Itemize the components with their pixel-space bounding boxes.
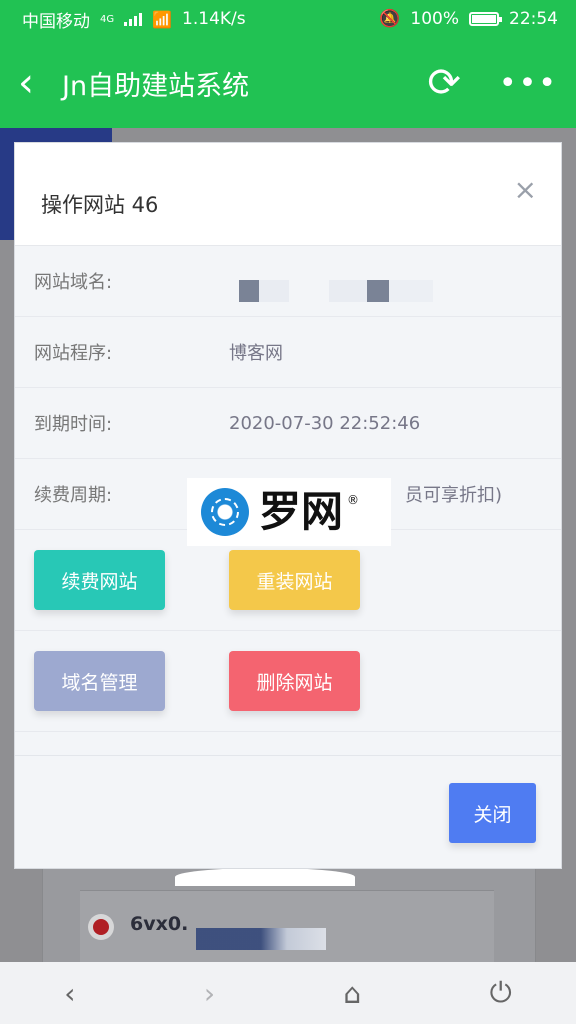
- close-button[interactable]: 关闭: [449, 783, 536, 843]
- watermark-text: 罗网: [259, 487, 344, 536]
- modal-title: 操作网站 46: [41, 193, 159, 217]
- domain-management-button[interactable]: 域名管理: [34, 651, 165, 711]
- registered-icon: ®: [347, 493, 360, 507]
- refresh-icon[interactable]: ⟳: [427, 63, 461, 103]
- reinstall-site-button[interactable]: 重装网站: [229, 550, 360, 610]
- watermark: 罗网 ®: [187, 478, 391, 546]
- home-icon[interactable]: ⌂: [343, 977, 361, 1010]
- power-icon[interactable]: ⏻: [490, 976, 512, 1010]
- nav-back-icon[interactable]: ‹: [64, 977, 75, 1010]
- signal-icon: [124, 12, 143, 26]
- carrier-text: 中国移动: [22, 11, 90, 32]
- field-row-expiry: 到期时间: 2020-07-30 22:52:46: [15, 388, 561, 459]
- background-item-label: 6vx0.: [130, 913, 189, 935]
- app-bar: ‹ Jn自助建站系统 ⟳ •••: [0, 38, 576, 128]
- field-row-program: 网站程序: 博客网: [15, 317, 561, 388]
- back-icon[interactable]: ‹: [18, 63, 58, 103]
- battery-icon: [469, 12, 502, 26]
- field-label: 到期时间:: [34, 414, 113, 435]
- status-bar: 中国移动 4G 📶 1.14K/s 🔕 100% 22:54: [0, 0, 576, 38]
- masked-domain-part: [389, 280, 433, 302]
- clock: 22:54: [509, 9, 558, 29]
- masked-domain-part: [367, 280, 389, 302]
- masked-text: [196, 928, 326, 950]
- delete-site-button[interactable]: 删除网站: [229, 651, 360, 711]
- background-swoosh: [175, 868, 355, 886]
- renew-site-button[interactable]: 续费网站: [34, 550, 165, 610]
- modal-footer: 关闭: [15, 755, 561, 868]
- nav-forward-icon[interactable]: ›: [204, 977, 215, 1010]
- masked-domain-part: [329, 280, 367, 302]
- field-label: 网站域名:: [34, 272, 113, 293]
- network-speed: 1.14K/s: [182, 9, 246, 29]
- masked-domain-part: [259, 280, 289, 302]
- button-row: 域名管理 删除网站: [15, 631, 561, 732]
- modal-header: 操作网站 46 ×: [15, 143, 561, 246]
- logo-icon: [201, 488, 249, 536]
- expiry-value: 2020-07-30 22:52:46: [229, 412, 421, 434]
- field-row-domain: 网站域名:: [15, 246, 561, 317]
- close-icon[interactable]: ×: [514, 173, 537, 206]
- renewal-value: 员可享折扣): [405, 485, 503, 506]
- system-navbar: ‹ › ⌂ ⏻: [0, 962, 576, 1024]
- field-label: 网站程序:: [34, 343, 113, 364]
- battery-percent: 100%: [410, 9, 459, 29]
- masked-domain-part: [239, 280, 261, 302]
- status-indicator-icon: [88, 914, 114, 940]
- program-value: 博客网: [229, 343, 283, 364]
- mute-icon: 🔕: [379, 9, 401, 29]
- app-title: Jn自助建站系统: [62, 70, 250, 102]
- network-text: 4G: [100, 13, 115, 25]
- wifi-icon: 📶: [152, 9, 173, 29]
- more-options-icon[interactable]: •••: [499, 66, 558, 101]
